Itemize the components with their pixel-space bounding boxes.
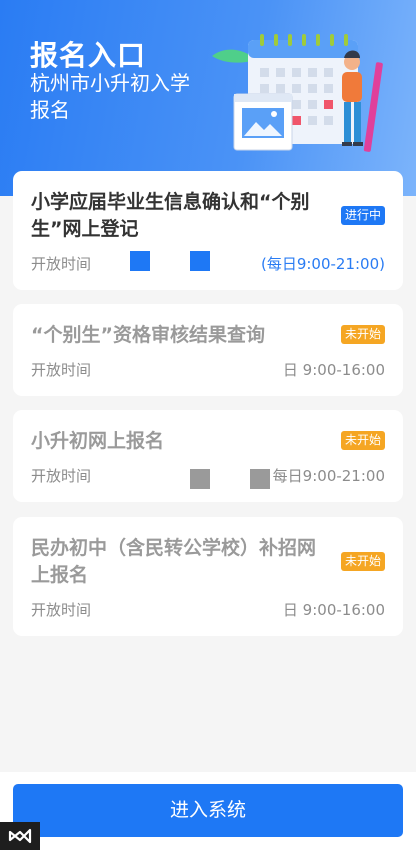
redacted-block bbox=[190, 251, 210, 271]
status-badge: 未开始 bbox=[340, 325, 385, 344]
open-time-value: 每日9:00-21:00 bbox=[272, 467, 385, 485]
open-time-label: 开放时间 bbox=[31, 361, 92, 379]
card-title: 民办初中（含民转公学校）补招网上报名 bbox=[31, 537, 317, 586]
registration-card-online-signup[interactable]: 小升初网上报名 未开始 开放时间 每日9:00-21:00 bbox=[13, 410, 403, 502]
open-time-value: (每日9:00-21:00) bbox=[260, 255, 385, 273]
page-title: 报名入口 bbox=[30, 39, 147, 72]
registration-card-private-school[interactable]: 民办初中（含民转公学校）补招网上报名 未开始 开放时间 日 9:00-16:00 bbox=[13, 517, 403, 636]
card-title: “个别生”资格审核结果查询 bbox=[31, 324, 265, 346]
calendar-illustration bbox=[212, 34, 383, 152]
status-badge: 进行中 bbox=[340, 206, 385, 225]
page-subtitle: 杭州市小升初入学报名 bbox=[30, 71, 190, 122]
registration-card-confirmation[interactable]: 小学应届毕业生信息确认和“个别生”网上登记 进行中 开放时间 (每日9:00-2… bbox=[13, 171, 403, 290]
enter-system-button[interactable]: 进入系统 bbox=[13, 784, 403, 837]
open-time-label: 开放时间 bbox=[31, 601, 92, 619]
status-badge: 未开始 bbox=[340, 552, 385, 571]
redacted-block bbox=[250, 469, 270, 489]
open-time-value: 日 9:00-16:00 bbox=[282, 601, 385, 619]
registration-card-review-query[interactable]: “个别生”资格审核结果查询 未开始 开放时间 日 9:00-16:00 bbox=[13, 304, 403, 396]
open-time-label: 开放时间 bbox=[31, 255, 92, 273]
open-time-value: 日 9:00-16:00 bbox=[282, 361, 385, 379]
open-time-label: 开放时间 bbox=[31, 467, 92, 485]
hero-banner: 报名入口 杭州市小升初入学报名 bbox=[0, 0, 416, 196]
redacted-block bbox=[190, 469, 210, 489]
card-title: 小学应届毕业生信息确认和“个别生”网上登记 bbox=[31, 191, 310, 240]
visual-studio-icon[interactable] bbox=[0, 822, 40, 850]
status-badge: 未开始 bbox=[340, 431, 385, 450]
redacted-block bbox=[130, 251, 150, 271]
card-title: 小升初网上报名 bbox=[31, 430, 165, 452]
